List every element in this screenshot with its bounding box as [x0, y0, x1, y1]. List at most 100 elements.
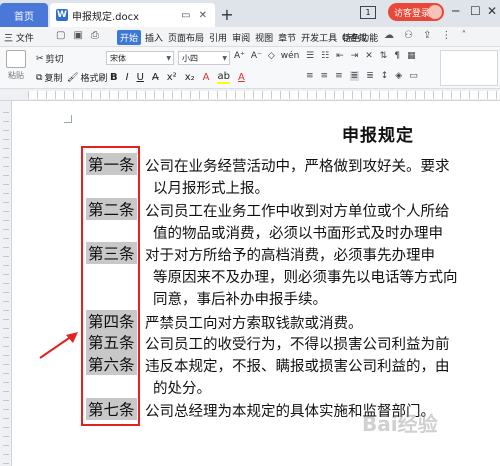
paste-icon — [6, 50, 26, 68]
decrease-indent-icon[interactable]: ⇤ — [336, 51, 344, 61]
share-icon[interactable]: ⇪ — [423, 30, 431, 41]
tab-document[interactable]: W 申报规定.docx ▭ ✕ — [50, 3, 215, 27]
cut-button[interactable]: ✂ 剪切 — [36, 52, 64, 66]
tab-developer[interactable]: 开发工具 — [300, 30, 338, 45]
font-size-select[interactable]: 小四 ▼ — [178, 51, 230, 65]
article-text: 公司员工在业务工作中收到对方单位或个人所给 — [145, 204, 450, 220]
strikethrough-icon[interactable]: A̶ — [152, 72, 159, 83]
article-text: 违反本规定，不报、瞒报或损害公司利益的，由 — [145, 359, 450, 375]
format-painter-button[interactable]: 🖌 格式刷 — [67, 71, 107, 85]
article-text: 值的物品或消费，必须以书面形式及时办理申 — [153, 226, 443, 242]
login-button[interactable]: 访客登录 — [388, 3, 444, 21]
show-marks-icon[interactable]: ¶ — [394, 51, 400, 61]
login-label: 访客登录 — [394, 8, 431, 19]
font-effect-icon[interactable]: A — [203, 72, 210, 83]
style-gallery[interactable] — [440, 50, 498, 86]
tab-document-label: 申报规定.docx — [72, 11, 140, 23]
copy-icon: ⧉ — [36, 72, 43, 83]
maximize-icon[interactable]: ☐ — [470, 4, 481, 18]
horizontal-ruler[interactable] — [0, 89, 500, 101]
italic-icon[interactable]: I — [126, 72, 129, 83]
article-text: 等原因来不及办理，则必须事先以电话等方式向 — [153, 270, 458, 286]
cloud-icon[interactable]: ☁ — [384, 30, 394, 41]
margin-corner-mark — [64, 115, 72, 123]
tab-home[interactable]: 首页 — [0, 3, 48, 27]
new-tab-button[interactable]: + — [218, 5, 236, 24]
save-icon[interactable]: ▣ — [73, 30, 82, 41]
open-icon[interactable]: ▢ — [56, 30, 65, 41]
copy-button[interactable]: ⧉ 复制 — [36, 71, 62, 85]
quick-access-toolbar: ▢ ▣ ⎙ — [56, 30, 99, 41]
word-doc-icon: W — [56, 9, 68, 21]
user-icon[interactable]: ⚇ — [404, 30, 413, 41]
align-left-icon[interactable]: ≡ — [306, 71, 314, 81]
close-window-icon[interactable]: ✕ — [487, 4, 497, 18]
tab-view[interactable]: 视图 — [254, 30, 274, 45]
distributed-icon[interactable]: ≣ — [366, 71, 374, 81]
tab-pin-icon[interactable]: ▭ — [181, 10, 190, 21]
increase-indent-icon[interactable]: ⇥ — [351, 51, 359, 61]
more-icon[interactable]: ⋮ — [441, 30, 451, 41]
align-right-icon[interactable]: ≡ — [335, 71, 343, 81]
tab-section[interactable]: 章节 — [277, 30, 297, 45]
superscript-icon[interactable]: x² — [167, 72, 177, 83]
tab-references[interactable]: 引用 — [208, 30, 228, 45]
highlight-icon[interactable]: ab — [217, 71, 230, 84]
chinese-layout-icon[interactable]: ✕ — [365, 51, 373, 61]
font-color-icon[interactable]: A — [238, 72, 245, 83]
phonetic-icon[interactable]: wén — [281, 51, 300, 61]
avatar — [428, 5, 442, 19]
article-text: 公司总经理为本规定的具体实施和监督部门。 — [145, 404, 435, 420]
minimize-icon[interactable]: ─ — [452, 4, 459, 18]
tab-page-layout[interactable]: 页面布局 — [167, 30, 205, 45]
tab-review[interactable]: 审阅 — [231, 30, 251, 45]
font-family-select[interactable]: 宋体 ▼ — [106, 51, 174, 65]
paragraph-controls-top: ☰ ☷ ⇤ ⇥ ✕ ⇅ ¶ ▦ — [306, 51, 416, 61]
article-text: 公司在业务经营活动中，严格做到攻好关。要求 — [145, 159, 450, 175]
grow-font-icon[interactable]: A⁺ — [234, 51, 245, 61]
collapse-icon[interactable]: ˄ — [461, 30, 466, 41]
article-text: 的处分。 — [153, 381, 211, 397]
justify-icon[interactable]: ≣ — [349, 71, 360, 81]
article-text: 以月报形式上报。 — [153, 181, 269, 197]
chevron-down-icon: ▼ — [166, 54, 171, 62]
brush-icon: 🖌 — [67, 72, 79, 83]
document-title: 申报规定 — [342, 126, 414, 146]
file-menu[interactable]: 三 文件 — [4, 31, 34, 44]
sort-icon[interactable]: ⇅ — [380, 51, 388, 61]
watermark: Bai经验 — [362, 412, 438, 436]
title-bar: 首页 W 申报规定.docx ▭ ✕ + 1 访客登录 ─ ☐ ✕ — [0, 0, 500, 27]
annotation-arrow-icon — [39, 332, 78, 359]
menu-bar: 三 文件 ▢ ▣ ⎙ 开始 插入 页面布局 引用 审阅 视图 章节 开发工具 特… — [0, 27, 500, 47]
shading-icon[interactable]: ◈ — [395, 71, 402, 81]
print-icon[interactable]: ⎙ — [91, 30, 99, 41]
vertical-ruler[interactable] — [0, 101, 12, 466]
font-style-controls: B I U A̶ x² x₂ A ab A — [110, 71, 245, 84]
chevron-down-icon: ▼ — [222, 54, 227, 62]
ribbon-tabs: 开始 插入 页面布局 引用 审阅 视图 章节 开发工具 特色功能 — [117, 30, 379, 45]
bullet-list-icon[interactable]: ☰ — [306, 51, 314, 61]
font-size-controls: A⁺ A⁻ ◇ wén — [234, 51, 299, 61]
article-text: 公司员工的收受行为，不得以损害公司利益为前 — [145, 337, 450, 353]
bold-icon[interactable]: B — [110, 72, 118, 83]
numbered-list-icon[interactable]: ☷ — [321, 51, 329, 61]
borders-icon[interactable]: ▦ — [407, 51, 416, 61]
window-count-badge[interactable]: 1 — [360, 6, 376, 19]
article-text: 对于对方所给予的高档消费，必须事先办理申 — [145, 248, 435, 264]
paragraph-controls-bottom: ≡ ≡ ≡ ≣ ≣ ↕ ◈ ▭ — [306, 71, 418, 81]
align-center-icon[interactable]: ≡ — [321, 71, 329, 81]
clear-format-icon[interactable]: ◇ — [268, 51, 275, 61]
underline-icon[interactable]: U — [137, 72, 144, 83]
tab-insert[interactable]: 插入 — [144, 30, 164, 45]
border-icon[interactable]: ▭ — [409, 71, 418, 81]
article-text: 严禁员工向对方索取钱款或消费。 — [145, 316, 363, 332]
tab-close-icon[interactable]: ✕ — [199, 10, 207, 21]
line-spacing-icon[interactable]: ↕ — [381, 71, 389, 81]
subscript-icon[interactable]: x₂ — [185, 72, 195, 83]
scissors-icon: ✂ — [36, 53, 44, 64]
tab-start[interactable]: 开始 — [117, 30, 142, 45]
annotation-highlight-box — [81, 146, 140, 426]
search-button[interactable]: Q查找 — [342, 31, 367, 44]
paste-button[interactable]: 粘贴 — [6, 50, 26, 81]
shrink-font-icon[interactable]: A⁻ — [251, 51, 262, 61]
